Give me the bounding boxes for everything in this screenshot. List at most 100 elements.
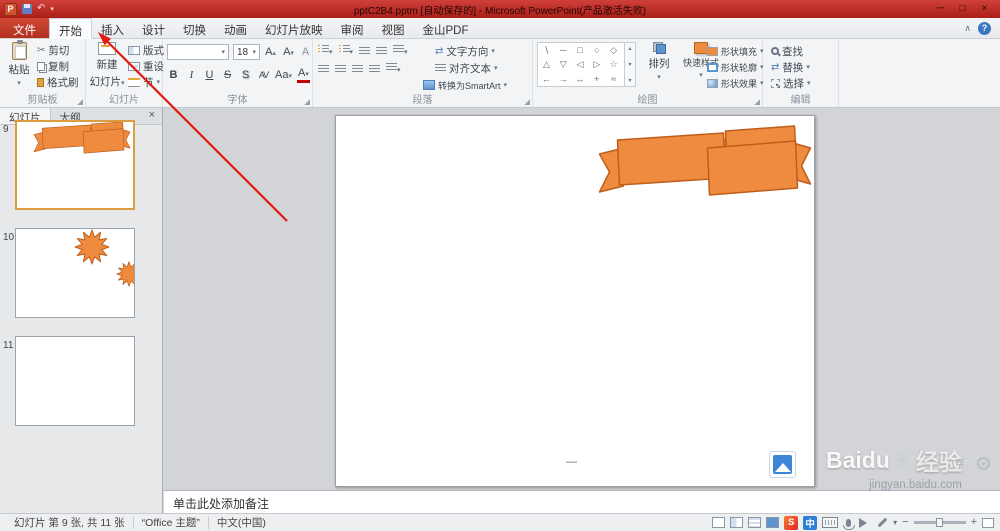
shapes-gallery[interactable]: ∖ ─ □ ○ ◇ △ ▽ ◁ ▷ ☆ ← → ↔ + ≈ <box>537 42 625 87</box>
photo-button[interactable] <box>769 451 796 478</box>
convert-smartart-button[interactable]: 转换为SmartArt ▾ <box>423 78 507 92</box>
shape-diamond-icon[interactable]: ◇ <box>610 45 617 56</box>
zoom-slider[interactable] <box>913 518 966 527</box>
italic-button[interactable]: I <box>185 69 198 81</box>
align-text-button[interactable]: 对齐文本 ▾ <box>435 61 498 75</box>
replace-button[interactable]: ⇄ 替换 ▾ <box>771 60 810 74</box>
font-dialog-launcher-icon[interactable] <box>303 98 310 105</box>
font-color-button[interactable]: A▾ <box>296 67 310 83</box>
status-language[interactable]: 中文(中国) <box>209 515 274 530</box>
underline-button[interactable]: U <box>203 69 216 81</box>
microphone-icon[interactable] <box>843 518 856 530</box>
drawing-dialog-launcher-icon[interactable] <box>753 98 760 105</box>
ime-settings-icon[interactable] <box>877 517 888 528</box>
line-spacing-button[interactable]: ▾ <box>393 45 408 57</box>
tab-insert[interactable]: 插入 <box>92 18 133 38</box>
new-slide-button[interactable]: 新建 幻灯片▾ <box>89 42 125 89</box>
shape-outline-button[interactable]: 形状轮廓 ▾ <box>707 60 764 74</box>
tab-transitions[interactable]: 切换 <box>174 18 215 38</box>
justify-icon[interactable] <box>369 64 380 74</box>
align-left-icon[interactable] <box>318 64 329 74</box>
sogou-ime-icon[interactable]: S <box>784 515 799 530</box>
section-button[interactable]: 节 ▾ <box>128 75 160 89</box>
align-right-icon[interactable] <box>352 64 363 74</box>
undo-icon[interactable]: ↶ <box>37 4 45 14</box>
paragraph-dialog-launcher-icon[interactable] <box>523 98 530 105</box>
notes-pane[interactable]: 单击此处添加备注 <box>164 490 1000 513</box>
reset-button[interactable]: 重设 <box>128 59 164 73</box>
arrange-button[interactable]: 排列 ▾ <box>643 42 675 81</box>
tab-review[interactable]: 审阅 <box>332 18 373 38</box>
tab-file[interactable]: 文件 <box>0 18 49 38</box>
slide-thumbnail-10[interactable] <box>15 228 135 318</box>
slide-sorter-view-icon[interactable] <box>730 517 744 528</box>
shape-arrow-r-icon[interactable]: → <box>559 74 568 84</box>
shrink-font-button[interactable]: A▾ <box>282 46 295 58</box>
font-size-combo[interactable]: 18 ▾ <box>233 44 260 60</box>
shapes-gallery-scroll[interactable]: ▴ ▾ ▾ <box>625 42 636 87</box>
clipboard-dialog-launcher-icon[interactable] <box>76 98 83 105</box>
bold-button[interactable]: B <box>167 69 180 81</box>
save-icon[interactable] <box>22 4 32 14</box>
tab-view[interactable]: 视图 <box>373 18 414 38</box>
shape-arrow-left-tri-icon[interactable]: ◁ <box>577 59 584 70</box>
normal-view-icon[interactable] <box>712 517 726 528</box>
tab-home[interactable]: 开始 <box>49 18 92 39</box>
text-shadow-button[interactable]: S <box>239 69 252 81</box>
powerpoint-app-icon[interactable]: P <box>4 2 17 16</box>
columns-button[interactable]: ▾ <box>386 63 401 75</box>
shape-arrow-right-tri-icon[interactable]: ▷ <box>593 59 600 70</box>
fit-to-window-icon[interactable] <box>982 517 994 528</box>
shape-hline-icon[interactable]: ─ <box>560 45 566 55</box>
collapse-ribbon-icon[interactable]: ∧ <box>964 23 971 34</box>
change-case-button[interactable]: Aa▾ <box>275 69 292 81</box>
cut-button[interactable]: ✂ 剪切 <box>37 43 69 57</box>
grow-font-button[interactable]: A▴ <box>264 46 277 58</box>
maximize-button[interactable]: □ <box>952 2 973 16</box>
slide-canvas[interactable]: — <box>335 115 815 487</box>
shape-plus-icon[interactable]: + <box>594 74 599 84</box>
shape-triangle-down-icon[interactable]: ▽ <box>560 59 567 70</box>
zoom-slider-thumb[interactable] <box>935 518 943 527</box>
ime-caret-icon[interactable]: ▾ <box>893 518 897 527</box>
shape-star-icon[interactable]: ☆ <box>610 59 618 70</box>
speaker-icon[interactable] <box>859 517 872 528</box>
paste-button[interactable]: 粘贴 ▾ <box>4 40 34 87</box>
clear-formatting-button[interactable]: A <box>299 46 312 58</box>
shape-fill-button[interactable]: 形状填充 ▾ <box>707 44 764 58</box>
shape-arrow-l-icon[interactable]: ← <box>542 74 551 84</box>
shape-arrow-lr-icon[interactable]: ↔ <box>575 74 584 84</box>
shape-oval-icon[interactable]: ○ <box>594 45 599 55</box>
keyboard-icon[interactable] <box>822 517 839 528</box>
zoom-in-icon[interactable]: + <box>971 517 977 528</box>
slide-thumbnail-11[interactable] <box>15 336 135 426</box>
tab-pdf[interactable]: 金山PDF <box>414 18 478 38</box>
slide-thumbnail-9[interactable] <box>15 120 135 210</box>
decrease-indent-icon[interactable] <box>359 46 371 56</box>
shape-line-icon[interactable]: ∖ <box>544 45 550 56</box>
zoom-out-icon[interactable]: − <box>902 517 908 528</box>
font-name-combo[interactable]: ▾ <box>167 44 229 60</box>
slideshow-view-icon[interactable] <box>766 517 780 528</box>
shape-triangle-icon[interactable]: △ <box>543 59 550 70</box>
format-painter-button[interactable]: 格式刷 <box>37 75 79 89</box>
panel-close-icon[interactable]: × <box>142 108 162 124</box>
text-direction-button[interactable]: ⇄ 文字方向 ▾ <box>435 44 495 58</box>
tab-animations[interactable]: 动画 <box>215 18 256 38</box>
qat-dropdown-icon[interactable]: ▾ <box>50 5 54 13</box>
help-icon[interactable]: ? <box>978 21 991 35</box>
reading-view-icon[interactable] <box>748 517 762 528</box>
copy-button[interactable]: 复制 <box>37 59 69 73</box>
banner-ribbon-shape[interactable] <box>597 122 813 210</box>
tab-design[interactable]: 设计 <box>133 18 174 38</box>
align-center-icon[interactable] <box>335 64 346 74</box>
strikethrough-button[interactable]: S <box>221 69 234 81</box>
shape-rect-icon[interactable]: □ <box>577 45 582 55</box>
shape-curve-icon[interactable]: ≈ <box>611 74 616 84</box>
tab-slideshow[interactable]: 幻灯片放映 <box>256 18 332 38</box>
minimize-button[interactable]: ─ <box>930 2 951 16</box>
bullets-button[interactable]: ▾ <box>318 45 333 57</box>
select-button[interactable]: 选择 ▾ <box>771 76 811 90</box>
increase-indent-icon[interactable] <box>376 46 388 56</box>
chinese-ime-icon[interactable]: 中 <box>803 515 818 530</box>
